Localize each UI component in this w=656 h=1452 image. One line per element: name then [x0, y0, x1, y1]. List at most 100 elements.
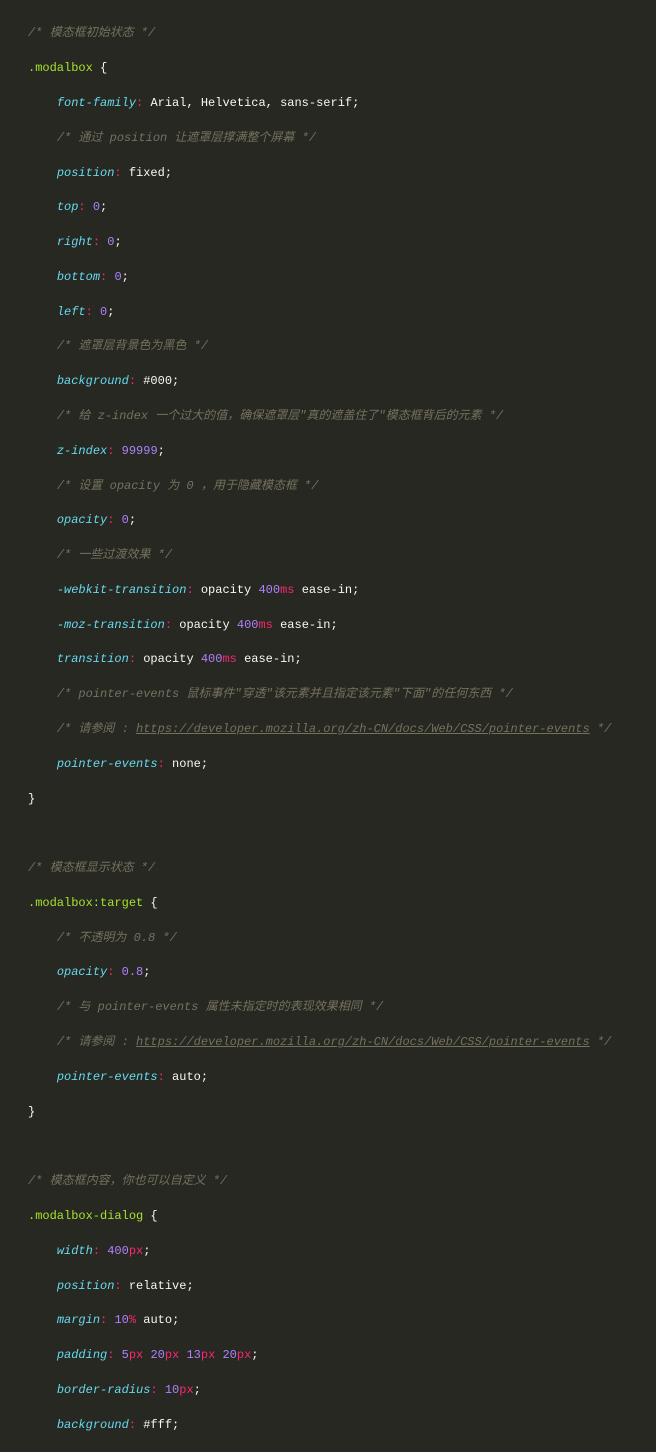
- value: #fff: [143, 1418, 172, 1432]
- comment: /* 不透明为 0.8 */: [57, 931, 177, 945]
- value: sans-serif: [280, 96, 352, 110]
- comment: /* 模态框显示状态 */: [28, 861, 155, 875]
- code-line: [28, 1138, 646, 1155]
- comment: /* pointer-events 鼠标事件"穿透"该元素并且指定该元素"下面"…: [57, 687, 513, 701]
- comment: */: [590, 722, 612, 736]
- code-line: opacity: 0.8;: [28, 964, 646, 981]
- property: padding: [57, 1348, 107, 1362]
- code-line: /* 与 pointer-events 属性未指定时的表现效果相同 */: [28, 999, 646, 1016]
- code-line: /* 请参阅 : https://developer.mozilla.org/z…: [28, 1034, 646, 1051]
- property: background: [57, 1418, 129, 1432]
- property: opacity: [57, 513, 107, 527]
- comment: /* 模态框内容，你也可以自定义 */: [28, 1174, 227, 1188]
- property: right: [57, 235, 93, 249]
- code-line: padding: 5px 20px 13px 20px;: [28, 1347, 646, 1364]
- property: top: [57, 200, 79, 214]
- code-line: }: [28, 1104, 646, 1121]
- property: z-index: [57, 444, 107, 458]
- code-line: /* 一些过渡效果 */: [28, 547, 646, 564]
- value: Helvetica: [201, 96, 266, 110]
- value: 0: [93, 200, 100, 214]
- code-line: [28, 825, 646, 842]
- code-line: transition: opacity 400ms ease-in;: [28, 651, 646, 668]
- code-line: /* 给 z-index 一个过大的值，确保遮罩层"真的遮盖住了"模态框背后的元…: [28, 408, 646, 425]
- brace: {: [93, 61, 107, 75]
- code-line: background: #fff;: [28, 1417, 646, 1434]
- property: opacity: [57, 965, 107, 979]
- code-line: margin: 10% auto;: [28, 1312, 646, 1329]
- value: relative: [129, 1279, 187, 1293]
- property: position: [57, 1279, 115, 1293]
- code-line: /* pointer-events 鼠标事件"穿透"该元素并且指定该元素"下面"…: [28, 686, 646, 703]
- code-line: width: 400px;: [28, 1243, 646, 1260]
- code-line: /* 模态框内容，你也可以自定义 */: [28, 1173, 646, 1190]
- code-line: top: 0;: [28, 199, 646, 216]
- code-line: pointer-events: auto;: [28, 1069, 646, 1086]
- mdn-link[interactable]: https://developer.mozilla.org/zh-CN/docs…: [136, 1035, 590, 1049]
- comment: /* 请参阅 :: [57, 722, 136, 736]
- code-line: background: #000;: [28, 373, 646, 390]
- mdn-link[interactable]: https://developer.mozilla.org/zh-CN/docs…: [136, 722, 590, 736]
- code-line: /* 设置 opacity 为 0 ，用于隐藏模态框 */: [28, 478, 646, 495]
- property: bottom: [57, 270, 100, 284]
- property: left: [57, 305, 86, 319]
- code-line: /* 请参阅 : https://developer.mozilla.org/z…: [28, 721, 646, 738]
- property: width: [57, 1244, 93, 1258]
- property: border-radius: [57, 1383, 151, 1397]
- code-line: right: 0;: [28, 234, 646, 251]
- code-line: /* 通过 position 让遮罩层撑满整个屏幕 */: [28, 130, 646, 147]
- code-line: /* 模态框初始状态 */: [28, 25, 646, 42]
- value: 0: [114, 270, 121, 284]
- code-line: font-family: Arial, Helvetica, sans-seri…: [28, 95, 646, 112]
- brace: }: [28, 1105, 35, 1119]
- comment: */: [590, 1035, 612, 1049]
- property: transition: [57, 652, 129, 666]
- property: margin: [57, 1313, 100, 1327]
- colon: :: [136, 96, 143, 110]
- comment: /* 请参阅 :: [57, 1035, 136, 1049]
- property: position: [57, 166, 115, 180]
- comment: /* 一些过渡效果 */: [57, 548, 172, 562]
- code-line: -webkit-transition: opacity 400ms ease-i…: [28, 582, 646, 599]
- code-line: .modalbox:target {: [28, 895, 646, 912]
- code-line: position: relative;: [28, 1278, 646, 1295]
- value: 0: [122, 513, 129, 527]
- code-line: }: [28, 791, 646, 808]
- value: 0.8: [122, 965, 144, 979]
- property: -webkit-transition: [57, 583, 187, 597]
- code-editor: /* 模态框初始状态 */ .modalbox { font-family: A…: [0, 0, 656, 1452]
- selector: .modalbox: [28, 61, 93, 75]
- property: pointer-events: [57, 757, 158, 771]
- code-line: left: 0;: [28, 304, 646, 321]
- code-line: /* 模态框显示状态 */: [28, 860, 646, 877]
- value: fixed: [129, 166, 165, 180]
- property: background: [57, 374, 129, 388]
- value: #000: [143, 374, 172, 388]
- comment: /* 给 z-index 一个过大的值，确保遮罩层"真的遮盖住了"模态框背后的元…: [57, 409, 503, 423]
- property: font-family: [57, 96, 136, 110]
- selector: .modalbox-dialog: [28, 1209, 143, 1223]
- code-line: .modalbox-dialog {: [28, 1208, 646, 1225]
- comment: /* 设置 opacity 为 0 ，用于隐藏模态框 */: [57, 479, 319, 493]
- selector: .modalbox:target: [28, 896, 143, 910]
- brace: {: [143, 896, 157, 910]
- code-line: /* 不透明为 0.8 */: [28, 930, 646, 947]
- code-line: z-index: 99999;: [28, 443, 646, 460]
- value: Arial: [150, 96, 186, 110]
- property: -moz-transition: [57, 618, 165, 632]
- comment: /* 遮罩层背景色为黑色 */: [57, 339, 208, 353]
- value: none: [172, 757, 201, 771]
- brace: {: [143, 1209, 157, 1223]
- code-line: bottom: 0;: [28, 269, 646, 286]
- code-line: -moz-transition: opacity 400ms ease-in;: [28, 617, 646, 634]
- code-line: /* 遮罩层背景色为黑色 */: [28, 338, 646, 355]
- property: pointer-events: [57, 1070, 158, 1084]
- comment: /* 通过 position 让遮罩层撑满整个屏幕 */: [57, 131, 316, 145]
- code-line: pointer-events: none;: [28, 756, 646, 773]
- code-line: border-radius: 10px;: [28, 1382, 646, 1399]
- value: auto: [172, 1070, 201, 1084]
- code-line: .modalbox {: [28, 60, 646, 77]
- value: 99999: [122, 444, 158, 458]
- comment: /* 模态框初始状态 */: [28, 26, 155, 40]
- brace: }: [28, 792, 35, 806]
